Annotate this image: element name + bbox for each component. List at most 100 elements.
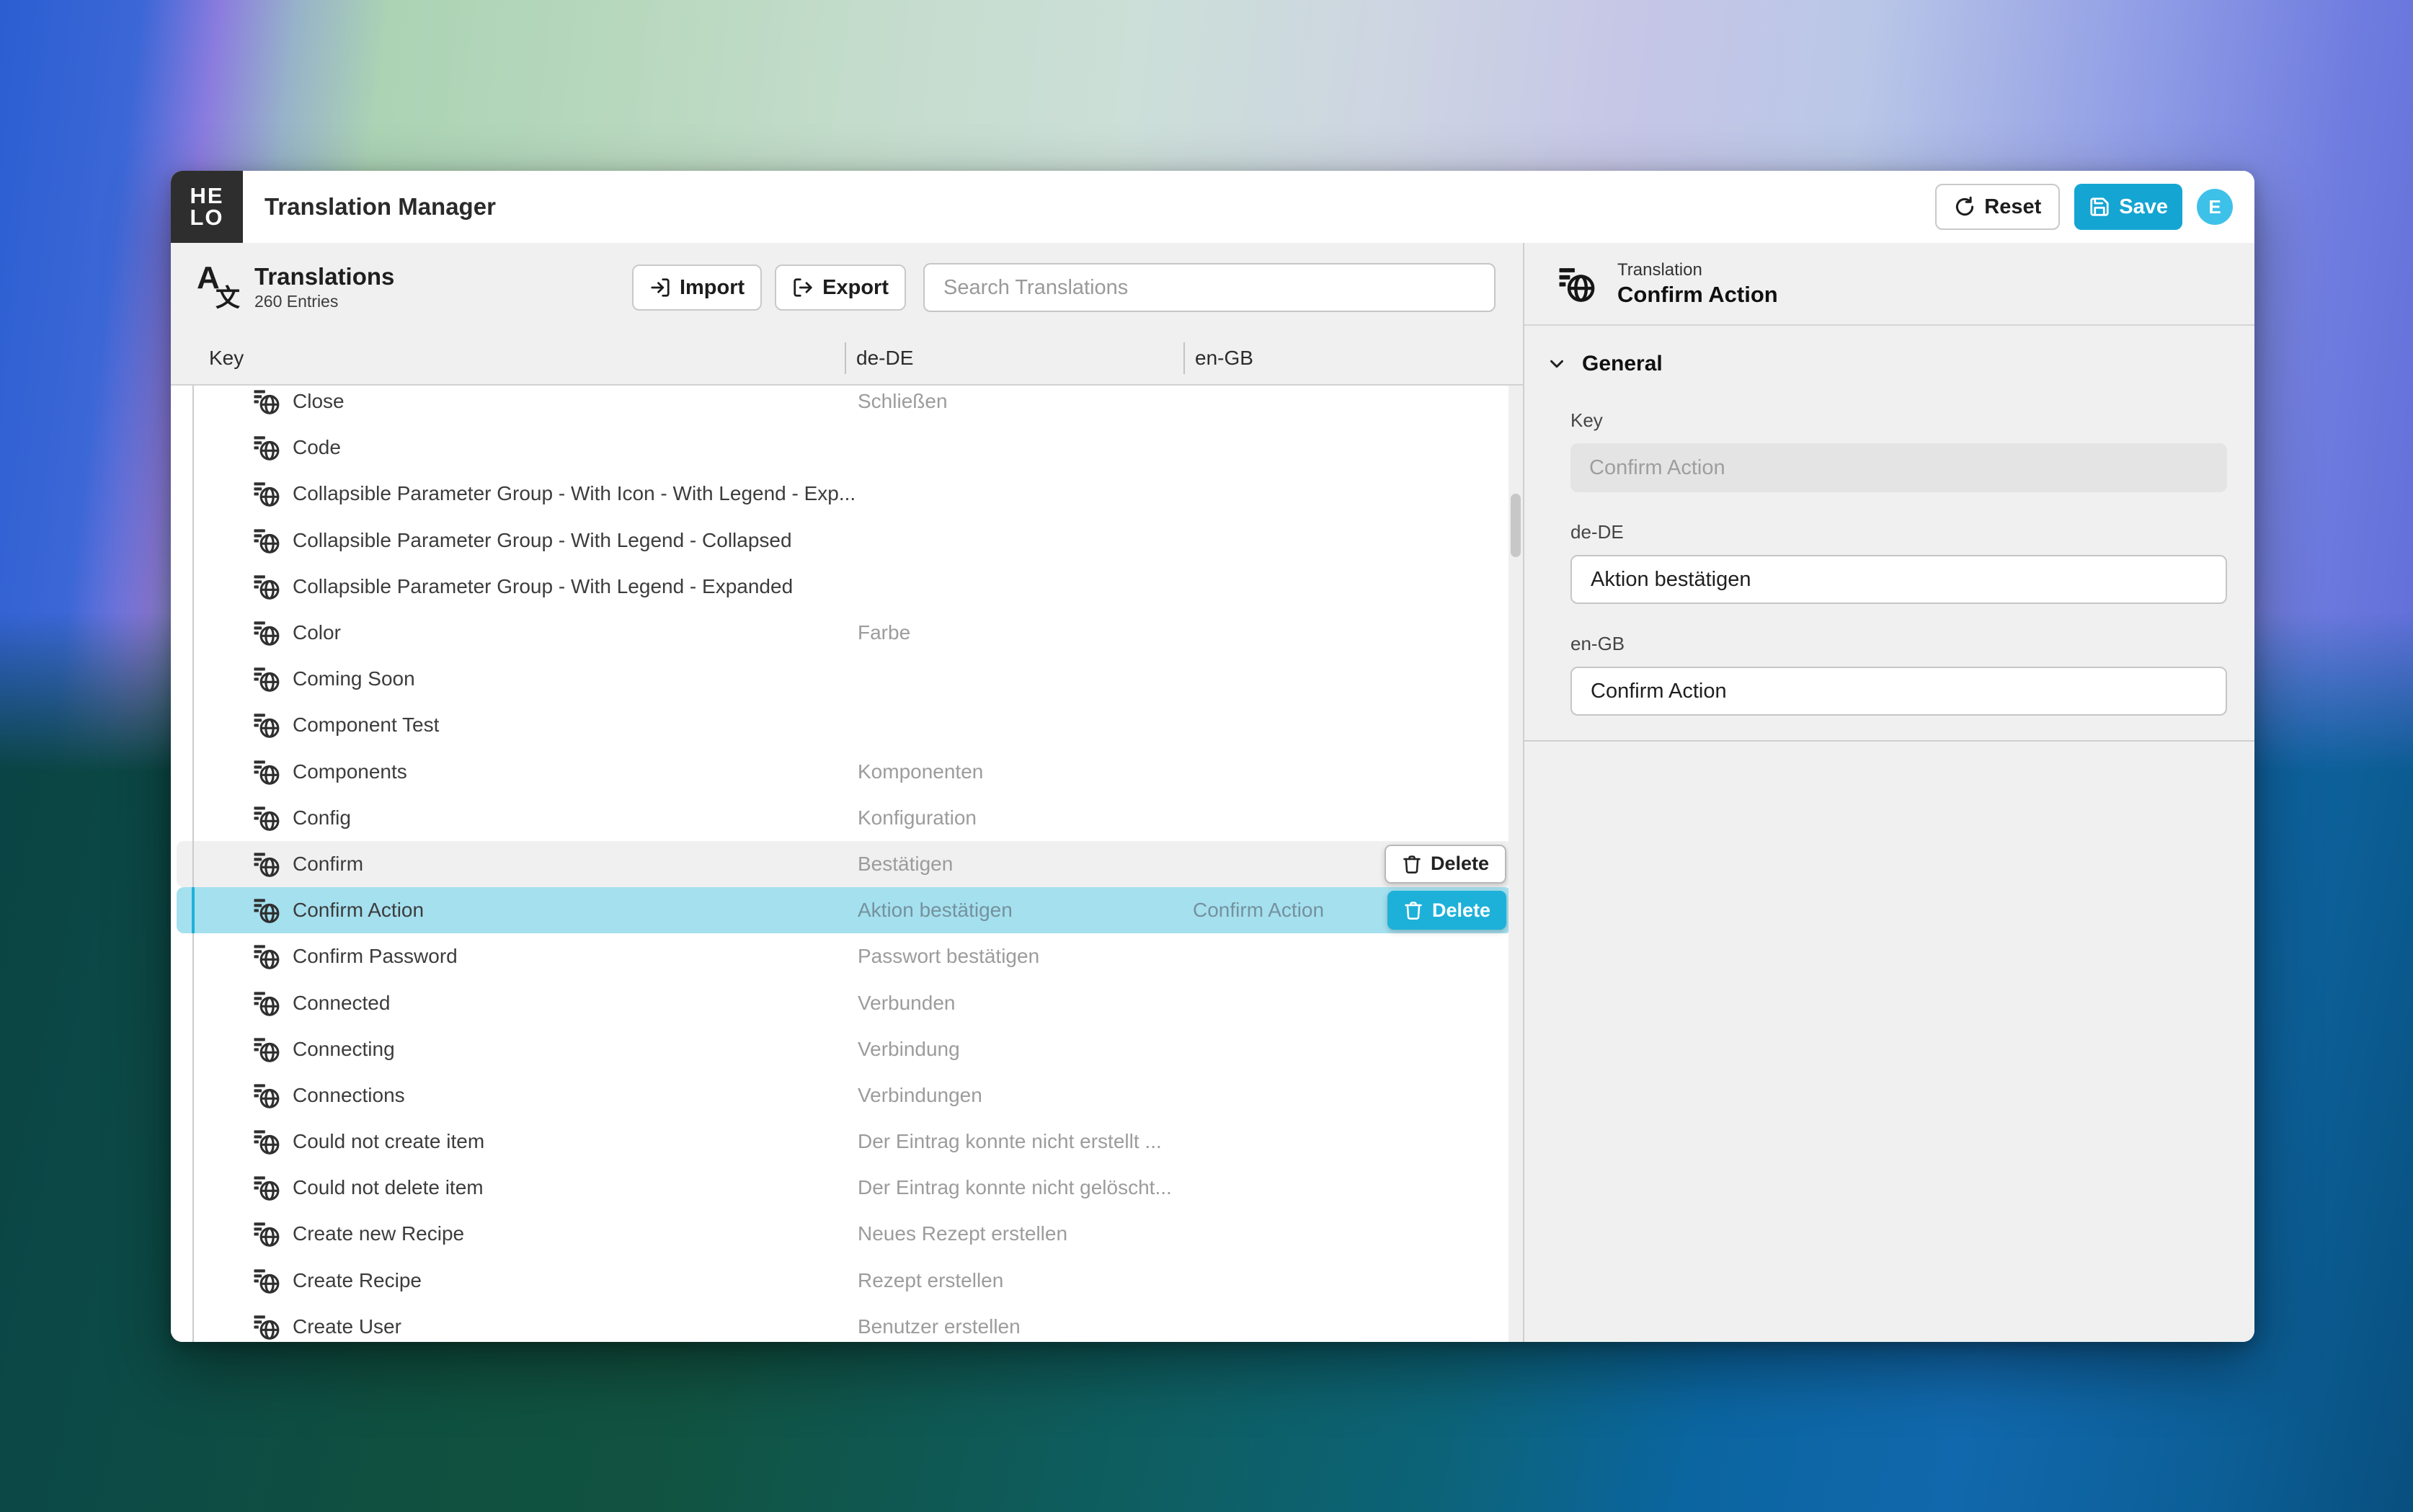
- column-header-en-gb[interactable]: en-GB: [1183, 332, 1523, 384]
- de-de-field-label: de-DE: [1570, 521, 2227, 543]
- panel-type-label: Translation: [1617, 259, 1778, 281]
- row-key: Could not create item: [293, 1130, 484, 1153]
- import-button[interactable]: Import: [632, 264, 762, 311]
- row-de-de-value: Komponenten: [858, 760, 983, 783]
- scrollbar-thumb[interactable]: [1511, 494, 1521, 557]
- column-header-de-de[interactable]: de-DE: [845, 332, 1183, 384]
- row-key: Could not delete item: [293, 1176, 484, 1199]
- user-avatar[interactable]: E: [2197, 189, 2233, 225]
- translation-form: Key de-DE en-GB: [1524, 376, 2227, 716]
- panel-header: Translation Confirm Action: [1524, 243, 2254, 326]
- export-label: Export: [822, 276, 889, 300]
- row-key: Collapsible Parameter Group - With Legen…: [293, 575, 793, 598]
- save-icon: [2089, 196, 2110, 218]
- row-de-de-value: Verbunden: [858, 992, 955, 1015]
- desktop: { "window": { "logo_line1": "HE", "logo_…: [0, 0, 2413, 1512]
- delete-label: Delete: [1432, 899, 1490, 922]
- table-row[interactable]: Component Test: [177, 702, 1512, 748]
- row-key: Create Recipe: [293, 1269, 422, 1292]
- general-section-label: General: [1582, 352, 1663, 376]
- table-rows: Close Schließen Code: [177, 386, 1512, 1342]
- row-de-de-value: Passwort bestätigen: [858, 945, 1039, 968]
- table-row[interactable]: Connections Verbindungen: [177, 1072, 1512, 1119]
- row-de-de-value: Bestätigen: [858, 853, 953, 876]
- titlebar: HE LO Translation Manager Reset: [171, 171, 2254, 243]
- table-row[interactable]: Components Komponenten: [177, 749, 1512, 795]
- translation-entry-icon: [252, 850, 281, 879]
- panel-titles: Translation Confirm Action: [1617, 259, 1778, 308]
- table-row[interactable]: Create new Recipe Neues Rezept erstellen: [177, 1211, 1512, 1257]
- translation-entry-icon: [252, 433, 281, 462]
- table-row[interactable]: Confirm Password Passwort bestätigen: [177, 933, 1512, 979]
- scrollbar-track[interactable]: [1508, 386, 1523, 1342]
- translation-entry-icon: [252, 989, 281, 1018]
- chevron-down-icon: [1546, 353, 1568, 375]
- translation-entry-icon: [252, 1035, 281, 1064]
- row-de-de-value: Verbindungen: [858, 1084, 982, 1107]
- table-row[interactable]: Close Schließen: [177, 386, 1512, 424]
- table-header: Key de-DE en-GB: [171, 332, 1523, 386]
- detail-panel: Translation Confirm Action General Key: [1524, 243, 2254, 1342]
- translation-entry-icon: [252, 387, 281, 416]
- table-row[interactable]: Coming Soon: [177, 656, 1512, 702]
- translation-entry-icon: [252, 1312, 281, 1341]
- table-row[interactable]: Connected Verbunden: [177, 979, 1512, 1026]
- translations-title: Translations: [254, 263, 394, 290]
- translation-entry-icon: [252, 664, 281, 693]
- row-de-de-value: Rezept erstellen: [858, 1269, 1003, 1292]
- table-row[interactable]: Could not delete item Der Eintrag konnte…: [177, 1165, 1512, 1211]
- row-key: Collapsible Parameter Group - With Icon …: [293, 482, 856, 505]
- export-icon: [792, 277, 814, 298]
- table-row[interactable]: Confirm Bestätigen Delete: [177, 841, 1512, 887]
- titlebar-actions: Reset Save E: [1935, 184, 2254, 230]
- table-row[interactable]: Code: [177, 424, 1512, 471]
- translations-section: A文 Translations 260 Entries Impo: [171, 243, 1523, 1342]
- table-row[interactable]: Collapsible Parameter Group - With Icon …: [177, 471, 1512, 517]
- panel-divider: [1524, 740, 2254, 742]
- translation-entry-icon: [252, 896, 281, 925]
- row-key: Connected: [293, 992, 390, 1015]
- general-section-header[interactable]: General: [1524, 326, 2254, 376]
- row-key: Close: [293, 390, 345, 413]
- key-field: [1570, 443, 2227, 492]
- row-key: Code: [293, 436, 341, 459]
- panel-title: Confirm Action: [1617, 281, 1778, 308]
- row-key: Color: [293, 621, 341, 644]
- translation-manager-window: HE LO Translation Manager Reset: [171, 171, 2254, 1342]
- translation-entry-icon: [252, 1219, 281, 1248]
- row-de-de-value: Konfiguration: [858, 806, 977, 830]
- table-row[interactable]: Create User Benutzer erstellen: [177, 1304, 1512, 1342]
- row-delete-button[interactable]: Delete: [1387, 891, 1506, 930]
- reset-icon: [1954, 196, 1976, 218]
- tree-guide-line: [192, 386, 194, 1342]
- row-key: Connecting: [293, 1038, 395, 1061]
- table-row[interactable]: Collapsible Parameter Group - With Legen…: [177, 517, 1512, 564]
- save-button[interactable]: Save: [2074, 184, 2182, 230]
- row-delete-button[interactable]: Delete: [1385, 845, 1506, 884]
- row-en-gb-value: Confirm Action: [1193, 899, 1324, 922]
- reset-button[interactable]: Reset: [1935, 184, 2060, 230]
- table-row[interactable]: Collapsible Parameter Group - With Legen…: [177, 564, 1512, 610]
- translation-entry-icon: [252, 479, 281, 508]
- table-body: Close Schließen Code: [171, 386, 1523, 1342]
- column-header-key[interactable]: Key: [171, 332, 845, 384]
- translations-heading: Translations 260 Entries: [254, 263, 394, 312]
- table-row[interactable]: Config Konfiguration: [177, 795, 1512, 841]
- row-de-de-value: Schließen: [858, 390, 948, 413]
- table-row[interactable]: Connecting Verbindung: [177, 1026, 1512, 1072]
- avatar-initial: E: [2208, 196, 2221, 218]
- row-key: Confirm: [293, 853, 363, 876]
- translations-toolbar: A文 Translations 260 Entries Impo: [171, 243, 1523, 332]
- key-field-group: Key: [1570, 409, 2227, 492]
- table-row[interactable]: Create Recipe Rezept erstellen: [177, 1258, 1512, 1304]
- table-row[interactable]: Color Farbe: [177, 610, 1512, 656]
- table-row[interactable]: Could not create item Der Eintrag konnte…: [177, 1119, 1512, 1165]
- logo-line-2: LO: [190, 207, 223, 228]
- en-gb-field[interactable]: [1570, 667, 2227, 716]
- de-de-field[interactable]: [1570, 555, 2227, 604]
- export-button[interactable]: Export: [775, 264, 906, 311]
- search-input[interactable]: [923, 263, 1496, 312]
- translation-entry-icon: [252, 1127, 281, 1156]
- table-row[interactable]: Confirm Action Aktion bestätigen Confirm…: [177, 887, 1512, 933]
- translation-entry-icon: [252, 526, 281, 555]
